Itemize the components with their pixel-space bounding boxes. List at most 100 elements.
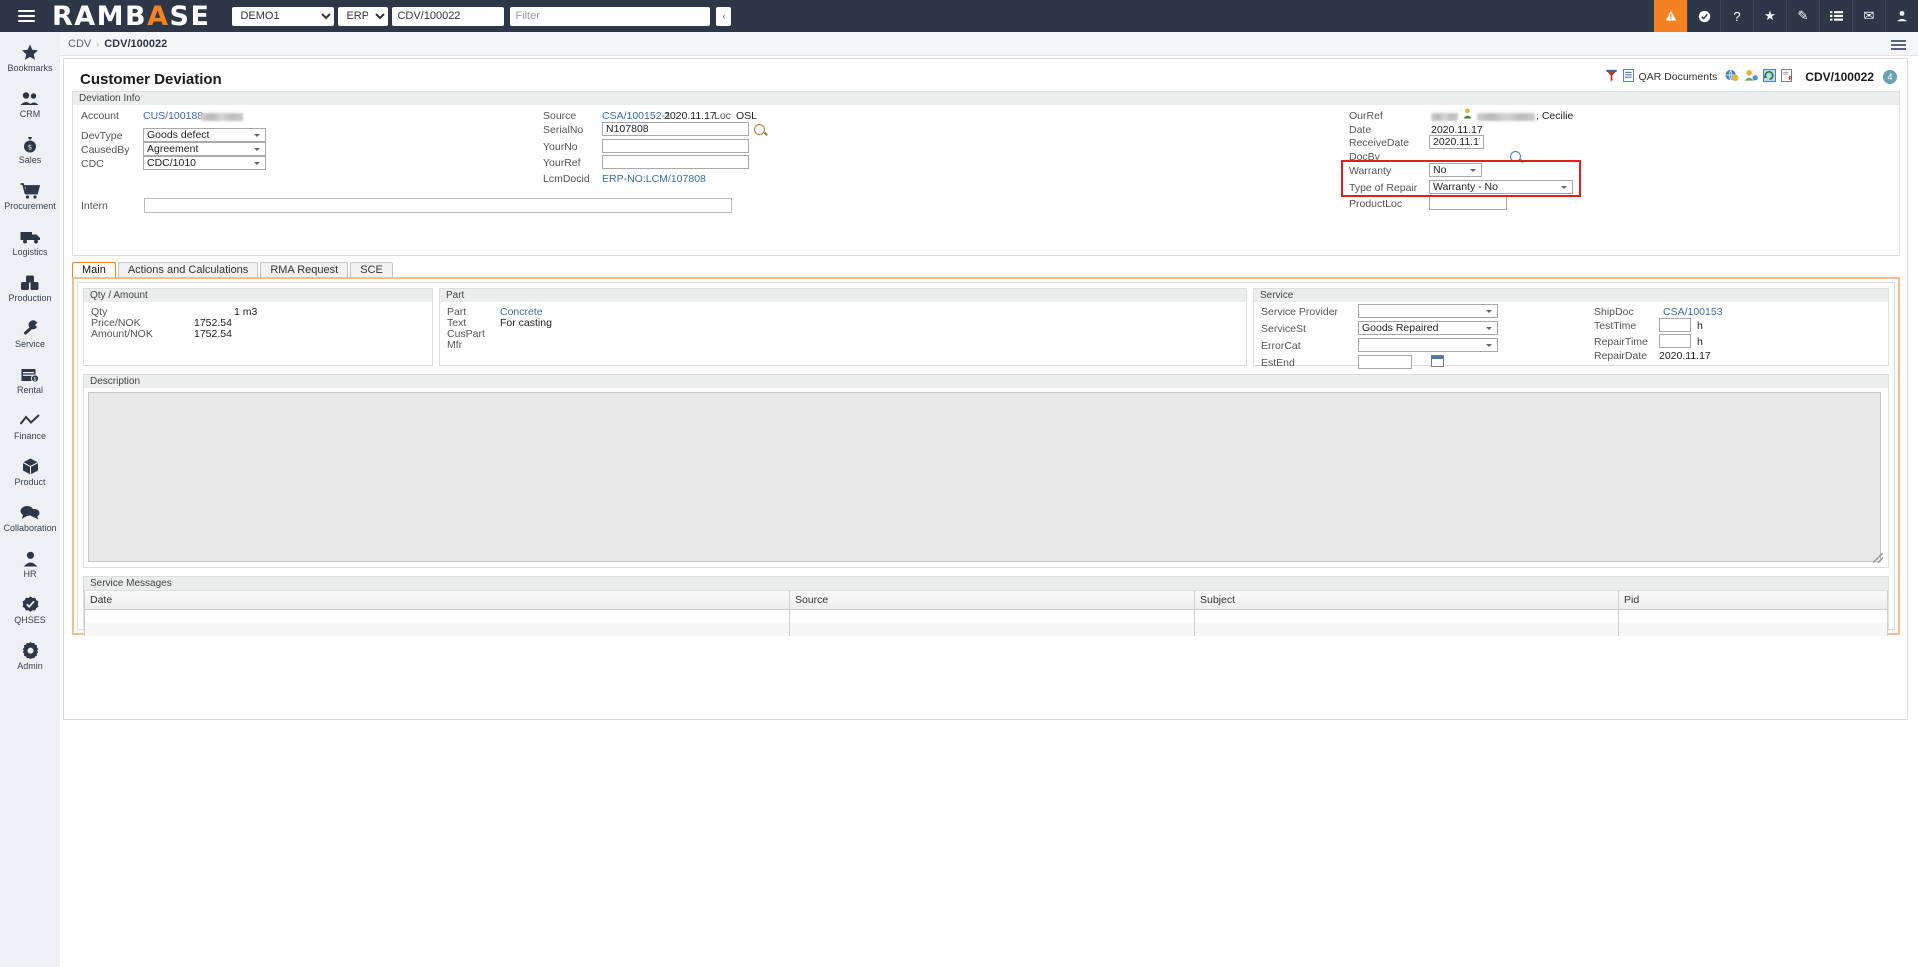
serialno-input[interactable] (602, 122, 749, 136)
sidebar-item-admin[interactable]: Admin (0, 630, 60, 676)
tab-actions-and-calculations[interactable]: Actions and Calculations (117, 262, 259, 278)
attachment-icon[interactable]: ✎ (1786, 0, 1819, 32)
chat-bubbles-icon (0, 502, 60, 521)
sidebar-item-qhses[interactable]: QHSES (0, 584, 60, 630)
causedby-select[interactable]: Agreement (143, 142, 266, 156)
sidebar-item-procurement[interactable]: Procurement (0, 170, 60, 216)
filter-input[interactable] (510, 6, 711, 26)
star-icon (0, 42, 60, 61)
shopping-cart-icon (0, 180, 60, 199)
sidebar-item-collaboration[interactable]: Collaboration (0, 492, 60, 538)
favorites-icon[interactable]: ★ (1753, 0, 1786, 32)
tasks-icon[interactable] (1819, 0, 1852, 32)
sidebar-label-admin: Admin (17, 661, 43, 672)
alert-icon[interactable] (1654, 0, 1687, 32)
estend-label: EstEnd (1261, 357, 1295, 369)
tab-rma-request[interactable]: RMA Request (260, 262, 349, 278)
warranty-select[interactable]: No (1429, 163, 1482, 177)
sidebar-label-rental: Rental (16, 385, 43, 396)
pdf-report-icon[interactable]: R (1781, 69, 1794, 85)
qty-amount-section: Qty / Amount Qty 1 m3 Price/NOK 1752.54 … (83, 288, 433, 366)
breadcrumb-bar: CDV › CDV/100022 (0, 32, 1918, 56)
help-icon[interactable]: ? (1720, 0, 1753, 32)
table-row[interactable] (84, 609, 1888, 623)
lcmdocid-label: LcmDocid (543, 173, 590, 185)
description-textarea[interactable] (88, 392, 1881, 562)
erp-system-select[interactable]: ERP-NO (338, 6, 389, 26)
main-menu-button[interactable] (0, 0, 52, 32)
company-select[interactable]: DEMO1 (232, 6, 335, 26)
tab-sce[interactable]: SCE (350, 262, 393, 278)
gear-icon (0, 640, 60, 660)
sidebar-label-production: Production (8, 293, 52, 304)
sidebar-item-logistics[interactable]: Logistics (0, 216, 60, 262)
web-user-icon[interactable] (1725, 69, 1739, 85)
service-messages-heading: Service Messages (83, 576, 1889, 590)
shipdoc-link[interactable]: CSA/100153 (1663, 306, 1723, 318)
sidebar-item-crm[interactable]: CRM (0, 78, 60, 124)
warranty-label: Warranty (1349, 165, 1392, 177)
qty-amount-body: Qty 1 m3 Price/NOK 1752.54 Amount/NOK 17… (83, 302, 433, 366)
calendar-icon[interactable] (1431, 355, 1444, 367)
repairtime-input[interactable] (1659, 334, 1691, 348)
cdc-select[interactable]: CDC/1010 (143, 156, 266, 170)
type-of-repair-select[interactable]: Warranty - No (1429, 180, 1573, 194)
account-label: Account (81, 110, 119, 122)
context-menu-button[interactable] (1891, 38, 1906, 52)
breadcrumb: CDV › CDV/100022 (68, 38, 167, 50)
breadcrumb-separator-icon: › (96, 39, 100, 49)
column-header-pid[interactable]: Pid (1618, 591, 1888, 610)
yourref-input[interactable] (602, 155, 749, 169)
loc-label: Loc (714, 110, 731, 122)
sidebar-label-crm: CRM (19, 109, 41, 120)
tab-main[interactable]: Main (72, 262, 116, 278)
qty-value: 1 m3 (234, 306, 258, 318)
lcmdocid-link[interactable]: ERP-NO:LCM/107808 (602, 173, 706, 185)
column-header-date[interactable]: Date (84, 591, 790, 610)
serialno-search-icon[interactable] (754, 124, 765, 135)
receivedate-input[interactable] (1429, 135, 1484, 149)
refresh-user-icon[interactable] (1763, 69, 1777, 85)
assign-user-icon[interactable] (1744, 69, 1759, 85)
sidebar-item-product[interactable]: Product (0, 446, 60, 492)
breadcrumb-root-link[interactable]: CDV (68, 38, 91, 50)
user-account-icon[interactable] (1885, 0, 1918, 32)
money-bag-icon: $ (0, 134, 60, 153)
productloc-input[interactable] (1429, 196, 1507, 210)
approval-icon[interactable] (1687, 0, 1720, 32)
source-link[interactable]: CSA/100152-1 (602, 110, 671, 122)
errorcat-select[interactable] (1358, 338, 1498, 352)
sidebar-item-finance[interactable]: Finance (0, 400, 60, 446)
service-provider-select[interactable] (1358, 304, 1498, 318)
serialno-label: SerialNo (543, 124, 584, 136)
document-icon[interactable] (1622, 69, 1634, 85)
devtype-select[interactable]: Goods defect (143, 128, 266, 142)
sidebar-item-bookmarks[interactable]: Bookmarks (0, 32, 60, 78)
sidebar-item-sales[interactable]: $ Sales (0, 124, 60, 170)
part-heading: Part (439, 288, 1247, 302)
column-header-source[interactable]: Source (789, 591, 1195, 610)
sidebar-item-production[interactable]: Production (0, 262, 60, 308)
mail-icon[interactable]: ✉ (1852, 0, 1885, 32)
column-header-subject[interactable]: Subject (1194, 591, 1619, 610)
collapse-search-button[interactable]: ‹ (716, 6, 732, 26)
document-number-input[interactable] (392, 6, 505, 26)
intern-input[interactable] (144, 198, 732, 213)
servicest-select[interactable]: Goods Repaired (1358, 321, 1498, 335)
sidebar-item-hr[interactable]: HR (0, 538, 60, 584)
docby-search-icon[interactable] (1510, 151, 1521, 162)
account-link[interactable]: CUS/100188 (143, 110, 203, 122)
filter-funnel-icon[interactable] (1605, 69, 1618, 85)
testtime-input[interactable] (1659, 318, 1691, 332)
estend-input[interactable] (1358, 355, 1412, 369)
qar-documents-link[interactable]: QAR Documents (1639, 71, 1718, 83)
yourno-input[interactable] (602, 139, 749, 153)
testtime-label: TestTime (1594, 320, 1637, 332)
cdc-label: CDC (81, 158, 104, 170)
table-row[interactable] (84, 622, 1888, 636)
status-badge: 4 (1883, 70, 1897, 84)
sidebar-item-rental[interactable]: $ Rental (0, 354, 60, 400)
ourref-label: OurRef (1349, 110, 1383, 122)
description-body (83, 388, 1889, 568)
sidebar-item-service[interactable]: Service (0, 308, 60, 354)
